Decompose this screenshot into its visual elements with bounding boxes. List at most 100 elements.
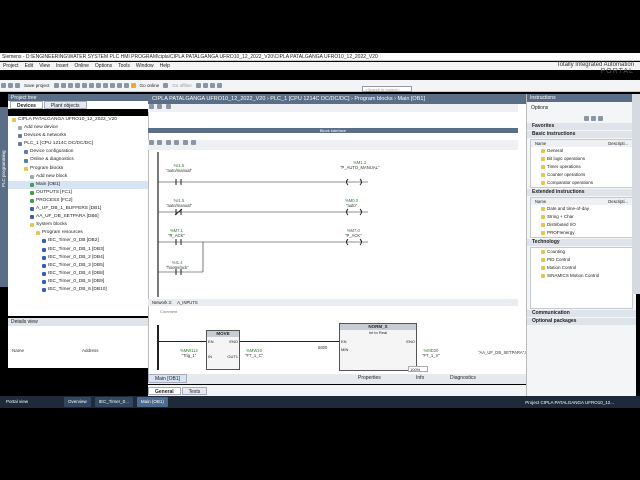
tab-texts[interactable]: Texts: [181, 387, 208, 395]
compile-icon[interactable]: [102, 83, 108, 88]
network-3-header[interactable]: Network 3: A_INPUTS: [148, 299, 518, 306]
task-main-ob1[interactable]: Main (OB1): [136, 397, 168, 407]
contact-hooter-ack[interactable]: %I1.4 "hooter/ack": [166, 260, 189, 270]
go-online-icon[interactable]: [130, 83, 136, 88]
instruction-folder[interactable]: Counting: [531, 248, 632, 256]
norm-ref-operand[interactable]: "AA_UF_DB_SETPARA".FT_1_MA: [478, 350, 544, 355]
go-offline-icon[interactable]: [163, 83, 169, 88]
task-iec-timer[interactable]: IEC_Timer_0...: [94, 397, 133, 407]
norm-x-block[interactable]: NORM_X Int to Real EN ENO MIN: [339, 323, 417, 371]
instruction-folder[interactable]: Comparator operations: [531, 179, 632, 187]
open-branch-icon[interactable]: [182, 140, 188, 145]
tree-item[interactable]: Online & diagnostics: [8, 156, 148, 164]
tree-item[interactable]: Devices & networks: [8, 132, 148, 140]
plc-programming-side-tab[interactable]: PLC programming: [0, 107, 8, 287]
tab-general[interactable]: General: [148, 387, 181, 395]
tree-item[interactable]: OUTPUTS [FC1]: [8, 189, 148, 197]
delete-icon[interactable]: [81, 83, 87, 88]
accessible-devices-icon[interactable]: [195, 83, 201, 88]
instruction-folder[interactable]: String + Char: [531, 213, 632, 221]
coil-icon[interactable]: [165, 140, 171, 145]
instruction-folder[interactable]: PROFIenergy: [531, 229, 632, 237]
properties-tab[interactable]: Properties: [358, 375, 381, 381]
save-icon[interactable]: [15, 83, 20, 88]
nc-contact-icon[interactable]: [157, 140, 163, 145]
copy-icon[interactable]: [67, 83, 73, 88]
go-online-button[interactable]: Go online: [140, 83, 160, 88]
ext-col-name[interactable]: Name: [535, 198, 546, 205]
menu-help[interactable]: Help: [160, 63, 170, 69]
cross-reference-icon[interactable]: [216, 83, 222, 88]
block-interface-bar[interactable]: Block interface: [148, 128, 518, 133]
communication-section[interactable]: Communication: [527, 310, 636, 317]
tree-item[interactable]: PLC_1 [CPU 1214C DC/DC/DC]: [8, 140, 148, 148]
monitor-icon[interactable]: [165, 104, 171, 109]
empty-box-icon[interactable]: [174, 140, 180, 145]
menu-project[interactable]: Project: [3, 63, 19, 69]
optional-packages-section[interactable]: Optional packages: [527, 318, 636, 325]
print-icon[interactable]: [53, 83, 59, 88]
instruction-folder[interactable]: General: [531, 147, 632, 155]
tree-item[interactable]: IEC_Timer_0_DB_2 [DB4]: [8, 254, 148, 262]
menu-online[interactable]: Online: [74, 63, 88, 69]
tree-item[interactable]: IEC_Timer_0_DB_1 [DB3]: [8, 246, 148, 254]
close-branch-icon[interactable]: [190, 140, 196, 145]
simulation-icon[interactable]: [123, 83, 129, 88]
tree-item[interactable]: Program resources: [8, 229, 148, 237]
diagnostics-tab[interactable]: Diagnostics: [450, 375, 476, 381]
tree-item[interactable]: IEC_Timer_0_DB [DB2]: [8, 237, 148, 245]
details-col-address[interactable]: Address: [82, 348, 99, 353]
project-search-input[interactable]: <Search in project>: [362, 86, 412, 92]
tab-plant-objects[interactable]: Plant objects: [43, 101, 87, 109]
info-tab[interactable]: Info: [416, 375, 424, 381]
norm-min-value[interactable]: 5600: [318, 345, 327, 350]
task-overview[interactable]: Overview: [64, 397, 91, 407]
menu-insert[interactable]: Insert: [56, 63, 69, 69]
tree-item[interactable]: IEC_Timer_0_DB_4 [DB8]: [8, 270, 148, 278]
no-contact-icon[interactable]: [149, 140, 154, 145]
instr-tree-icon[interactable]: [591, 115, 596, 121]
tree-item[interactable]: Add new device: [8, 124, 148, 132]
portal-view-button[interactable]: Portal view: [2, 397, 32, 407]
extended-instructions-section[interactable]: Extended instructions: [527, 189, 636, 196]
basic-instructions-section[interactable]: Basic instructions: [527, 131, 636, 138]
zoom-select[interactable]: 100%: [408, 366, 428, 372]
split-editor-icon[interactable]: [209, 83, 215, 88]
contact-auto-manual-no[interactable]: %I1.5 "auto/manual": [166, 163, 192, 173]
tree-item[interactable]: Main [OB1]: [8, 180, 148, 189]
right-side-tabs[interactable]: [632, 94, 640, 294]
tree-item[interactable]: IEC_Timer_0_DB_3 [DB5]: [8, 262, 148, 270]
go-offline-button[interactable]: Go offline: [172, 83, 192, 88]
tree-item[interactable]: Program blocks: [8, 165, 148, 173]
menu-tools[interactable]: Tools: [118, 63, 130, 69]
move-out-operand[interactable]: %MW10 "FT_1_C": [245, 348, 263, 358]
undo-icon[interactable]: [88, 83, 94, 88]
tab-main-ob1[interactable]: Main [OB1]: [148, 374, 188, 383]
basic-col-desc[interactable]: Descripti...: [608, 140, 628, 147]
coil-p-ack[interactable]: %M7.0 "P_ACK": [345, 228, 362, 238]
tree-item[interactable]: Add new block: [8, 173, 148, 181]
delete-network-icon[interactable]: [157, 104, 163, 109]
tree-item[interactable]: Device configuration: [8, 148, 148, 156]
tree-item[interactable]: IEC_Timer_0_DB_5 [DB9]: [8, 278, 148, 286]
instruction-folder[interactable]: Date and time-of-day: [531, 205, 632, 213]
instruction-folder[interactable]: PID Control: [531, 256, 632, 264]
menu-view[interactable]: View: [39, 63, 50, 69]
ext-col-desc[interactable]: Descripti...: [608, 198, 628, 205]
paste-icon[interactable]: [74, 83, 80, 88]
details-col-name[interactable]: Name: [12, 348, 82, 353]
tree-item[interactable]: AA_UF_DB_SETPARA [DB6]: [8, 213, 148, 221]
tree-item[interactable]: CIPLA PATALGANGA UFRO10_12_2022_V20: [8, 116, 148, 124]
download-icon[interactable]: [109, 83, 115, 88]
contact-r-ack[interactable]: %M7.1 "R_ACK": [168, 228, 185, 238]
basic-col-name[interactable]: Name: [535, 140, 546, 147]
network-comment[interactable]: Comment: [148, 309, 518, 315]
cut-icon[interactable]: [60, 83, 66, 88]
insert-network-icon[interactable]: [149, 104, 154, 109]
upload-icon[interactable]: [116, 83, 122, 88]
open-project-icon[interactable]: [8, 83, 13, 88]
menu-window[interactable]: Window: [136, 63, 154, 69]
new-project-icon[interactable]: [1, 83, 6, 88]
favorites-section[interactable]: Favorites: [527, 123, 636, 130]
tree-item[interactable]: PROCESS [FC2]: [8, 197, 148, 205]
